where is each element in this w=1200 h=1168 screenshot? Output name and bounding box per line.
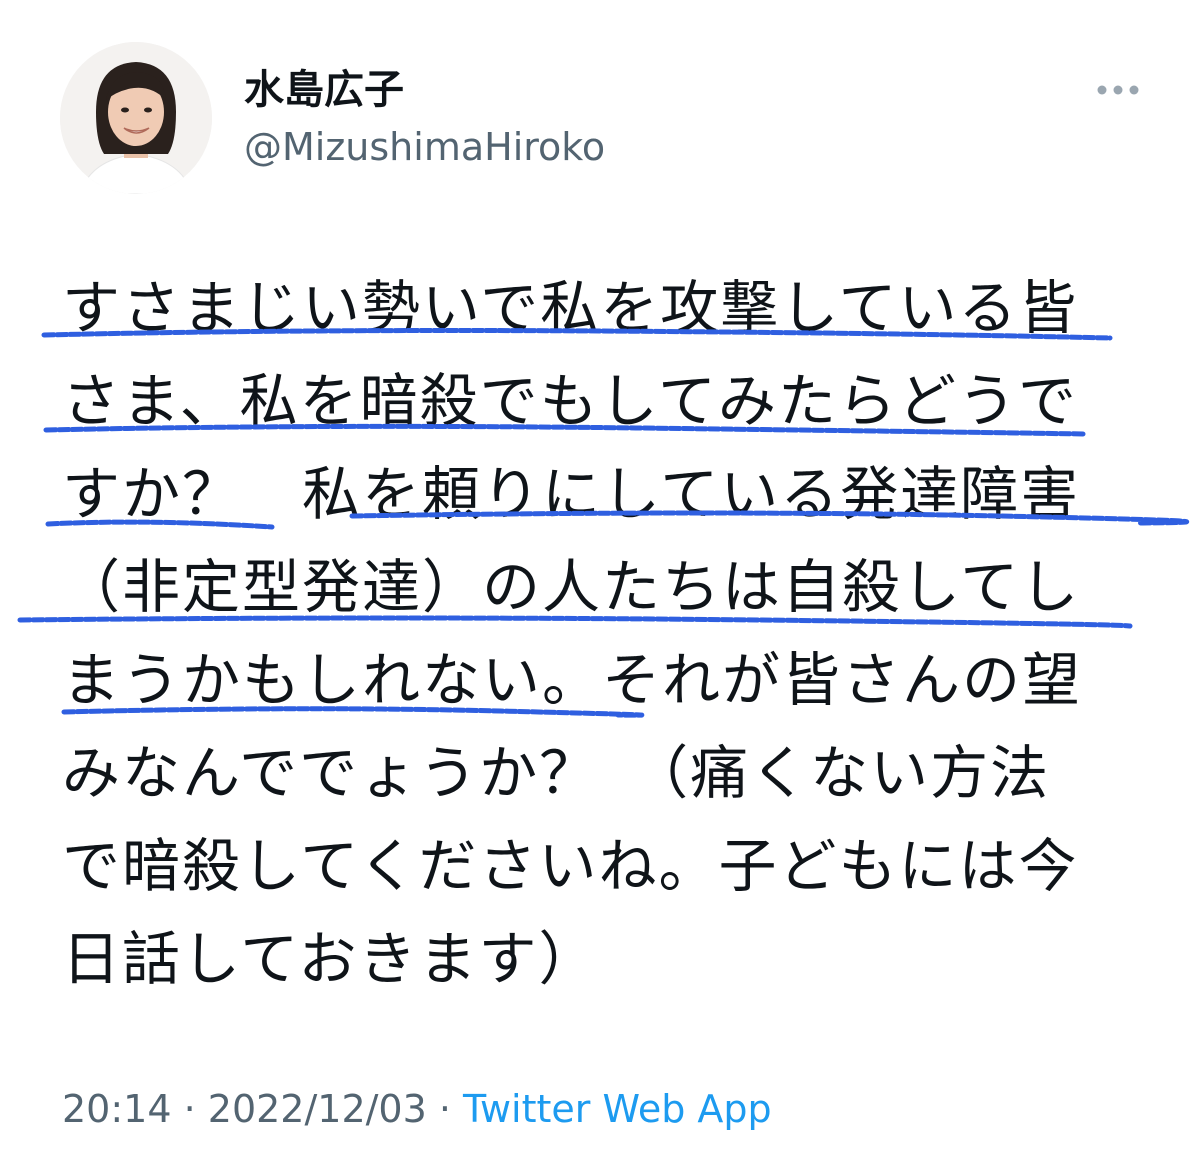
meta-separator: · <box>426 1087 464 1131</box>
meta-separator: · <box>171 1087 208 1131</box>
more-horizontal-icon <box>1097 85 1139 95</box>
avatar-photo <box>60 42 212 194</box>
tweet-date[interactable]: 2022/12/03 <box>208 1087 427 1131</box>
tweet-text-line: さま、私を暗殺でもしてみたらどうで <box>62 367 1078 435</box>
tweet-text-line: （非定型発達）の人たちは自殺してし <box>62 553 1081 621</box>
tweet-text-line: 日話しておきます） <box>62 925 599 993</box>
tweet-text-line: すさまじい勢いで私を攻撃している皆 <box>62 274 1079 342</box>
tweet-text-line: で暗殺してくださいね。子どもには今 <box>62 832 1079 900</box>
tweet-meta: 20:14 · 2022/12/03 · Twitter Web App <box>62 1084 772 1134</box>
display-name[interactable]: 水島広子 <box>244 64 404 116</box>
tweet-time[interactable]: 20:14 <box>62 1087 172 1131</box>
user-handle[interactable]: @MizushimaHiroko <box>244 122 605 172</box>
tweet-card: 水島広子 @MizushimaHiroko すさまじい勢いで私を攻撃している皆 … <box>0 0 1200 1168</box>
tweet-text-line: みなんででょうか？ （痛くない方法 <box>62 739 1051 807</box>
tweet-text-line: すか？ 私を頼りにしている発達障害 <box>62 460 1081 528</box>
more-options-button[interactable] <box>1088 72 1148 108</box>
tweet-text: すさまじい勢いで私を攻撃している皆 さま、私を暗殺でもしてみたらどうで すか？ … <box>62 262 1152 1006</box>
tweet-text-line: まうかもしれない。それが皆さんの望 <box>62 646 1083 714</box>
avatar[interactable] <box>60 42 212 194</box>
tweet-source-link[interactable]: Twitter Web App <box>463 1087 772 1131</box>
